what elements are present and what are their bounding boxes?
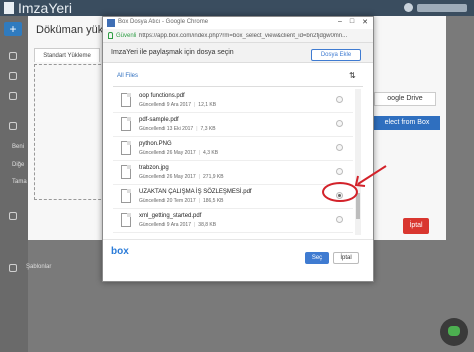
list-item[interactable]: xml_getting_started.pdf Güncellendi 9 Ar… (113, 209, 353, 233)
maximize-icon[interactable]: □ (347, 18, 357, 25)
signature-icon[interactable] (9, 122, 17, 130)
select-from-box-button[interactable]: elect from Box (374, 116, 440, 130)
scroll-thumb[interactable] (356, 193, 360, 219)
folder-icon[interactable] (9, 52, 17, 60)
picker-footer: box Seç İptal (103, 239, 373, 281)
app-sidebar: + Beni Diğe Tama (0, 16, 28, 352)
sidebar-item-label[interactable]: Tama (12, 179, 27, 185)
list-item[interactable]: trabzon.jpg Güncellendi 26 May 2017 | 271,… (113, 161, 353, 185)
chat-button[interactable] (440, 318, 468, 346)
file-radio[interactable] (336, 216, 343, 223)
add-file-button[interactable]: Dosya Ekle (311, 49, 361, 61)
select-button[interactable]: Seç (305, 252, 329, 264)
file-icon (121, 93, 131, 107)
sidebar-item-label[interactable]: Beni (12, 144, 24, 150)
template-icon[interactable] (9, 264, 17, 272)
file-name: pdf-sample.pdf (139, 117, 179, 123)
box-logo: box (111, 246, 129, 257)
list-item[interactable]: python.PNG Güncellendi 26 May 2017 | 4,3 K… (113, 137, 353, 161)
window-titlebar: Box Dosya Atıcı - Google Chrome – □ ✕ (103, 17, 373, 29)
app-header: ImzaYeri (0, 0, 474, 16)
cancel-button[interactable]: İptal (333, 252, 359, 264)
file-meta: Güncellendi 9 Ara 2017 | 38,8 KB (139, 222, 217, 228)
list-item[interactable]: UZAKTAN ÇALIŞMA İŞ SÖZLEŞMESİ.pdf Güncel… (113, 185, 353, 209)
window-title: Box Dosya Atıcı - Google Chrome (118, 19, 209, 25)
file-name: python.PNG (139, 141, 172, 147)
add-button[interactable]: + (4, 22, 22, 36)
file-radio[interactable] (336, 96, 343, 103)
box-header: ImzaYeri ile paylaşmak için dosya seçin … (103, 43, 373, 63)
files-bar: All Files ⇅ (113, 67, 363, 87)
document-icon[interactable] (9, 92, 17, 100)
annotation-arrow-icon (354, 165, 387, 187)
file-icon (121, 165, 131, 179)
modal-cancel-button[interactable]: İptal (403, 218, 429, 234)
file-name: UZAKTAN ÇALIŞMA İŞ SÖZLEŞMESİ.pdf (139, 189, 252, 195)
logo-mark-icon (4, 2, 14, 14)
list-item[interactable]: pdf-sample.pdf Güncellendi 13 Eki 2017 | 7… (113, 113, 353, 137)
picker-title: ImzaYeri ile paylaşmak için dosya seçin (111, 49, 234, 56)
file-icon (121, 213, 131, 227)
file-icon (121, 189, 131, 203)
google-drive-button[interactable]: oogle Drive (374, 92, 436, 106)
address-bar[interactable]: Güvenli https://app.box.com/index.php?rm… (103, 29, 373, 43)
file-meta: Güncellendi 9 Ara 2017 | 12,1 KB (139, 102, 217, 108)
box-favicon-icon (107, 19, 115, 27)
file-name: oop functions.pdf (139, 93, 185, 99)
file-icon (121, 141, 131, 155)
tab-standard-upload[interactable]: Standart Yükleme (34, 48, 100, 62)
all-files-link[interactable]: All Files (117, 73, 138, 79)
sidebar-item-templates[interactable]: Şablonlar (26, 264, 51, 270)
secure-label: Güvenli (116, 33, 137, 39)
url-text[interactable]: https://app.box.com/index.php?rm=box_sel… (139, 33, 369, 39)
drop-zone[interactable] (34, 64, 106, 200)
minimize-icon[interactable]: – (335, 18, 345, 25)
file-icon (121, 117, 131, 131)
chat-icon (448, 326, 460, 336)
file-radio[interactable] (336, 120, 343, 127)
file-meta: Güncellendi 26 May 2017 | 4,3 KB (139, 150, 219, 156)
lock-icon (108, 32, 113, 39)
file-meta: Güncellendi 13 Eki 2017 | 7,3 KB (139, 126, 216, 132)
file-meta: Güncellendi 26 May 2017 | 271,9 KB (139, 174, 224, 180)
lock-icon[interactable] (9, 72, 17, 80)
file-radio[interactable] (336, 168, 343, 175)
list-item[interactable]: oop functions.pdf Güncellendi 9 Ara 2017… (113, 89, 353, 113)
chrome-window: Box Dosya Atıcı - Google Chrome – □ ✕ Gü… (102, 16, 374, 282)
close-icon[interactable]: ✕ (360, 18, 370, 26)
sidebar-item-label[interactable]: Diğe (12, 162, 24, 168)
file-list: oop functions.pdf Güncellendi 9 Ara 2017… (113, 89, 353, 235)
file-radio[interactable] (336, 144, 343, 151)
file-meta: Güncellendi 20 Tem 2017 | 186,5 KB (139, 198, 224, 204)
file-name: xml_getting_started.pdf (139, 213, 202, 219)
file-name: trabzon.jpg (139, 165, 169, 171)
user-menu[interactable] (417, 4, 467, 12)
avatar[interactable] (404, 3, 413, 12)
sort-icon[interactable]: ⇅ (349, 71, 359, 81)
modal-title: Döküman yükle (36, 24, 112, 36)
tag-icon[interactable] (9, 212, 17, 220)
app-logo: ImzaYeri (18, 0, 72, 16)
